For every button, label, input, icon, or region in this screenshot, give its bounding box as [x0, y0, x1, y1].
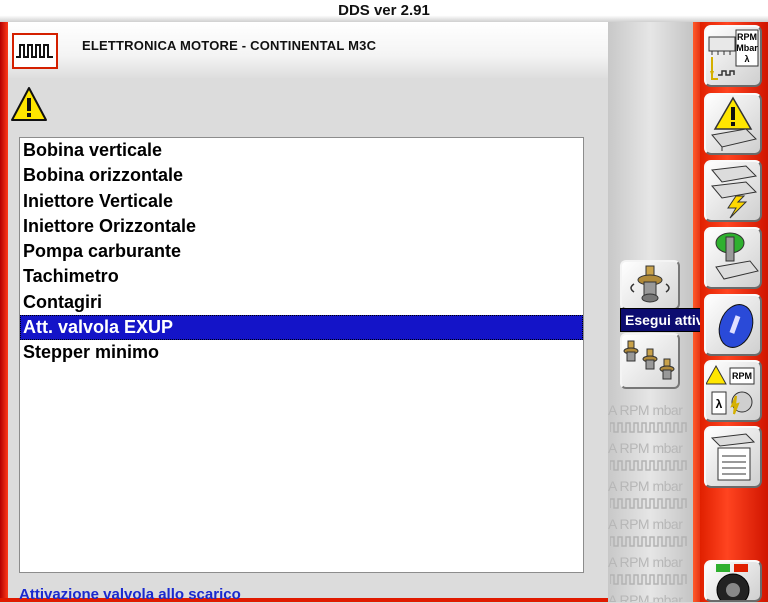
actuator-icon: [630, 265, 670, 303]
error-warning-icon: [711, 96, 757, 151]
execute-all-activations-button[interactable]: [620, 333, 680, 389]
info-icon: [718, 304, 754, 348]
execute-activation-button[interactable]: [620, 260, 680, 310]
errors-button[interactable]: [704, 93, 762, 155]
multi-actuator-icon: [623, 340, 675, 380]
watermark-text: A RPM mbar: [608, 592, 683, 602]
watermark-text: A RPM mbar: [608, 402, 683, 418]
ecu-icon: [708, 36, 736, 80]
ecu-lightning-icon: [711, 165, 758, 219]
parameters-button[interactable]: RPM Mbar λ: [704, 25, 762, 87]
watermark-wave-icon: [610, 460, 687, 471]
watermark-wave-icon: [610, 536, 687, 547]
activation-list[interactable]: Bobina verticale Bobina orizzontale Iniett…: [19, 137, 584, 573]
list-item[interactable]: Tachimetro: [20, 264, 583, 289]
adjustments-button[interactable]: RPM λ: [704, 360, 762, 422]
watermark-text: A RPM mbar: [608, 478, 683, 494]
watermark-wave-icon: [610, 574, 687, 585]
page-title: ELETTRONICA MOTORE - CONTINENTAL M3C: [82, 38, 377, 53]
exit-button[interactable]: [704, 560, 762, 602]
report-document-icon: [710, 433, 756, 481]
watermark-text: A RPM mbar: [608, 516, 683, 532]
list-item[interactable]: Iniettore Orizzontale: [20, 214, 583, 239]
lambda-label: λ: [744, 54, 749, 64]
header: ELETTRONICA MOTORE - CONTINENTAL M3C: [8, 22, 608, 78]
lambda-label: λ: [716, 397, 723, 411]
watermark-wave-icon: [610, 498, 687, 509]
report-button[interactable]: [704, 426, 762, 488]
actuator-ecu-icon: [715, 232, 759, 280]
mbar-label: Mbar: [736, 43, 758, 53]
off-switch-icon: [716, 564, 750, 600]
list-item[interactable]: Contagiri: [20, 290, 583, 315]
list-item[interactable]: Stepper minimo: [20, 340, 583, 365]
watermark-text: A RPM mbar: [608, 440, 683, 456]
title-bar: DDS ver 2.91: [0, 0, 768, 23]
main-panel: ELETTRONICA MOTORE - CONTINENTAL M3C Bob…: [8, 22, 608, 603]
watermark-text: A RPM mbar: [608, 554, 683, 570]
ecu-signal-icon: [12, 33, 58, 69]
list-item[interactable]: Pompa carburante: [20, 239, 583, 264]
status-description: Attivazione valvola allo scarico: [19, 586, 241, 603]
activations-button[interactable]: [704, 227, 762, 289]
list-item[interactable]: Bobina orizzontale: [20, 163, 583, 188]
frame-left: [0, 22, 8, 602]
ecu-flash-button[interactable]: [704, 160, 762, 222]
warning-icon: [11, 87, 47, 121]
list-item[interactable]: Iniettore Verticale: [20, 189, 583, 214]
info-button[interactable]: [704, 294, 762, 356]
watermark-wave-icon: [610, 422, 687, 433]
rpm-label: RPM: [737, 32, 757, 42]
list-item[interactable]: Att. valvola EXUP: [20, 315, 583, 341]
app-title: DDS ver 2.91: [338, 2, 430, 19]
rpm-label: RPM: [732, 371, 752, 381]
list-item[interactable]: Bobina verticale: [20, 138, 583, 163]
